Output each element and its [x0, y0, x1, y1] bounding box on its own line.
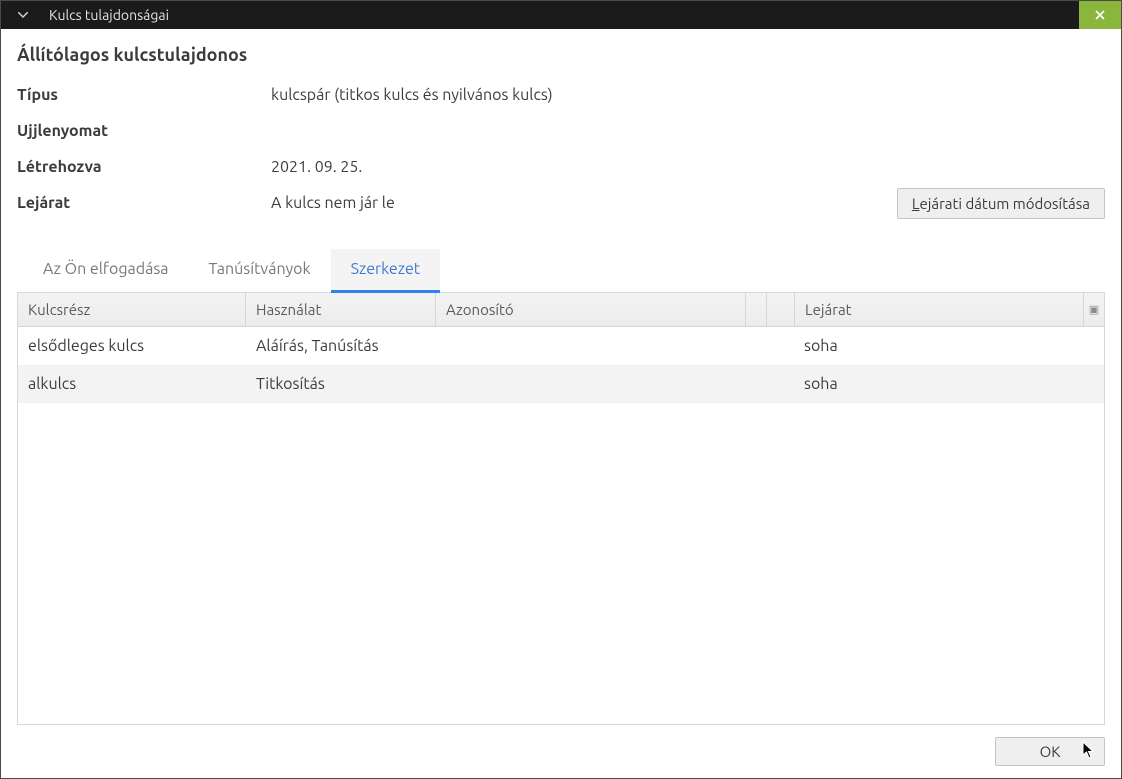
- change-expiry-button[interactable]: Lejárati dátum módosítása: [897, 188, 1105, 219]
- table-header-row: Kulcsrész Használat Azonosító Lejárat ▣: [18, 293, 1104, 327]
- table-row[interactable]: elsődleges kulcs Aláírás, Tanúsítás soha: [18, 327, 1104, 365]
- column-overflow-icon: ▣: [1089, 303, 1099, 316]
- window-title: Kulcs tulajdonságai: [49, 7, 169, 23]
- prop-row-expiry: Lejárat A kulcs nem jár le Lejárati dátu…: [17, 185, 1105, 221]
- prop-label-fingerprint: Ujjlenyomat: [17, 122, 271, 140]
- td-keypart: alkulcs: [18, 375, 246, 393]
- th-usage[interactable]: Használat: [246, 293, 436, 326]
- table-body[interactable]: elsődleges kulcs Aláírás, Tanúsítás soha…: [18, 327, 1104, 724]
- th-gap1[interactable]: [746, 293, 767, 326]
- prop-row-created: Létrehozva 2021. 09. 25.: [17, 149, 1105, 185]
- titlebar: Kulcs tulajdonságai: [1, 1, 1121, 29]
- prop-value-type: kulcspár (titkos kulcs és nyilvános kulc…: [271, 86, 1105, 104]
- prop-row-fingerprint: Ujjlenyomat: [17, 113, 1105, 149]
- th-expiry[interactable]: Lejárat: [795, 293, 1084, 326]
- tab-certificates[interactable]: Tanúsítványok: [189, 249, 331, 293]
- td-usage: Aláírás, Tanúsítás: [246, 337, 436, 355]
- prop-row-type: Típus kulcspár (titkos kulcs és nyilváno…: [17, 77, 1105, 113]
- window: Kulcs tulajdonságai Állítólagos kulcstul…: [0, 0, 1122, 779]
- th-id[interactable]: Azonosító: [436, 293, 746, 326]
- td-keypart: elsődleges kulcs: [18, 337, 246, 355]
- window-close-button[interactable]: [1079, 1, 1121, 29]
- prop-label-type: Típus: [17, 86, 271, 104]
- dialog-footer: OK: [17, 725, 1105, 766]
- prop-label-expiry: Lejárat: [17, 194, 271, 212]
- content-area: Állítólagos kulcstulajdonos Típus kulcsp…: [1, 29, 1121, 778]
- th-overflow[interactable]: ▣: [1084, 293, 1104, 326]
- td-expiry: soha: [794, 337, 1104, 355]
- td-expiry: soha: [794, 375, 1104, 393]
- structure-table: Kulcsrész Használat Azonosító Lejárat ▣ …: [17, 293, 1105, 725]
- tabbar: Az Ön elfogadása Tanúsítványok Szerkezet: [17, 249, 1105, 293]
- td-usage: Titkosítás: [246, 375, 436, 393]
- table-row[interactable]: alkulcs Titkosítás soha: [18, 365, 1104, 403]
- prop-label-created: Létrehozva: [17, 158, 271, 176]
- window-menu-chevron-icon[interactable]: [11, 1, 35, 29]
- tab-acceptance[interactable]: Az Ön elfogadása: [23, 249, 189, 293]
- ok-button[interactable]: OK: [995, 737, 1105, 766]
- prop-value-created: 2021. 09. 25.: [271, 158, 1105, 176]
- th-keypart[interactable]: Kulcsrész: [18, 293, 246, 326]
- owner-heading: Állítólagos kulcstulajdonos: [17, 45, 1105, 65]
- tab-structure[interactable]: Szerkezet: [331, 249, 440, 293]
- prop-value-expiry: A kulcs nem jár le: [271, 194, 897, 212]
- th-gap2[interactable]: [767, 293, 795, 326]
- change-expiry-rest: ejárati dátum módosítása: [919, 195, 1090, 212]
